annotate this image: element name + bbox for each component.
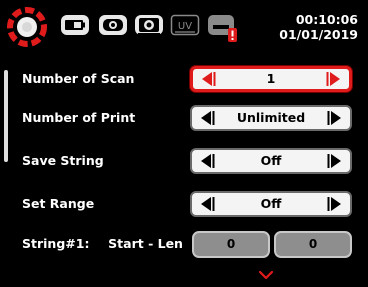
row-save-string: Save String Off bbox=[22, 145, 362, 177]
top-toolbar: UV 00:10:06 01/01/2019 bbox=[0, 0, 368, 52]
scan-mode-icon[interactable] bbox=[98, 12, 128, 38]
set-range-value: Off bbox=[260, 196, 282, 211]
save-string-value: Off bbox=[260, 153, 282, 168]
battery-icon[interactable] bbox=[60, 12, 90, 38]
increment-arrow-icon[interactable] bbox=[325, 108, 347, 128]
number-of-scan-stepper[interactable]: 1 bbox=[190, 66, 352, 92]
start-field[interactable]: 0 bbox=[192, 231, 270, 258]
set-range-stepper[interactable]: Off bbox=[190, 191, 352, 217]
clock-date: 01/01/2019 bbox=[279, 27, 358, 42]
number-of-print-label: Number of Print bbox=[22, 110, 136, 125]
string-range-label: String#1: Start - Len bbox=[22, 228, 183, 260]
chevron-down-icon[interactable] bbox=[258, 270, 274, 280]
save-string-stepper[interactable]: Off bbox=[190, 148, 352, 174]
camera-icon[interactable] bbox=[134, 12, 164, 38]
number-of-scan-value: 1 bbox=[266, 71, 276, 86]
set-range-label: Set Range bbox=[22, 196, 95, 211]
printer-alert-icon[interactable] bbox=[206, 12, 240, 46]
number-of-print-stepper[interactable]: Unlimited bbox=[190, 105, 352, 131]
number-of-print-value: Unlimited bbox=[236, 110, 306, 125]
scrollbar[interactable] bbox=[4, 70, 8, 162]
row-set-range: Set Range Off bbox=[22, 188, 362, 220]
increment-arrow-icon[interactable] bbox=[325, 194, 347, 214]
start-len-label: Start - Len bbox=[108, 236, 183, 251]
save-string-label: Save String bbox=[22, 153, 104, 168]
uv-label: UV bbox=[178, 21, 192, 32]
decrement-arrow-icon[interactable] bbox=[195, 108, 217, 128]
row-string-range: String#1: Start - Len 0 0 bbox=[22, 228, 362, 260]
increment-arrow-icon[interactable] bbox=[324, 69, 346, 89]
string-number-label: String#1: bbox=[22, 236, 90, 251]
clock-time: 00:10:06 bbox=[295, 12, 358, 27]
decrement-arrow-icon[interactable] bbox=[195, 194, 217, 214]
decrement-arrow-icon[interactable] bbox=[196, 69, 218, 89]
row-number-of-scan: Number of Scan 1 bbox=[22, 63, 362, 95]
logo-icon bbox=[7, 7, 47, 47]
increment-arrow-icon[interactable] bbox=[325, 151, 347, 171]
decrement-arrow-icon[interactable] bbox=[195, 151, 217, 171]
len-field[interactable]: 0 bbox=[274, 231, 352, 258]
row-number-of-print: Number of Print Unlimited bbox=[22, 102, 362, 134]
number-of-scan-label: Number of Scan bbox=[22, 71, 135, 86]
clock: 00:10:06 01/01/2019 bbox=[268, 12, 358, 42]
uv-icon[interactable]: UV bbox=[170, 12, 200, 38]
